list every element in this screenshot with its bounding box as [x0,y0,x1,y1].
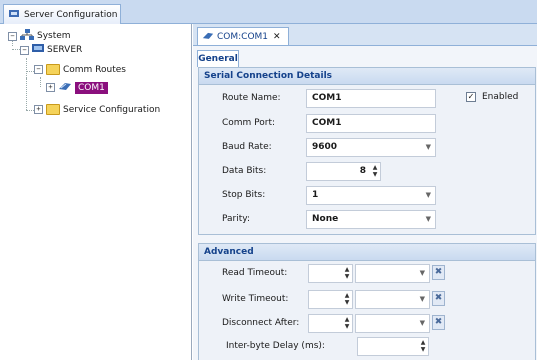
group-title: Advanced [199,244,535,261]
clear-read-timeout-button[interactable]: ✖ [432,265,445,280]
comm-port-label: Comm Port: [222,118,276,128]
collapse-icon[interactable]: − [8,31,17,41]
navigation-tree: − System − SERVER − Comm Routes + COM1 +… [0,24,192,360]
close-icon[interactable]: ✕ [273,32,281,42]
parity-label: Parity: [222,214,250,224]
tree-node-server[interactable]: − SERVER [20,43,82,57]
server-icon [32,43,44,57]
tab-general[interactable]: General [197,50,239,67]
chevron-down-icon[interactable]: ▼ [420,315,425,332]
chevron-down-icon[interactable]: ▼ [420,291,425,308]
enabled-checkbox[interactable]: ✓ Enabled [466,92,518,102]
spin-arrows-icon[interactable]: ▲ ▼ [344,266,350,280]
expand-icon[interactable]: + [34,105,43,114]
parity-select[interactable]: None ▼ [306,210,436,229]
chevron-down-icon[interactable]: ▼ [426,211,431,228]
clear-icon: ✖ [434,267,443,277]
tree-node-com1[interactable]: + COM1 [46,81,108,94]
read-timeout-unit-select[interactable]: ▼ [355,264,430,283]
tab-server-configuration[interactable]: Server Configuration [3,4,121,24]
chevron-down-icon[interactable]: ▼ [426,187,431,204]
data-bits-label: Data Bits: [222,166,267,176]
tab-com-com1[interactable]: COM:COM1 ✕ [197,27,289,45]
clear-icon: ✖ [434,317,443,327]
folder-icon [46,64,60,75]
disconnect-after-label: Disconnect After: [222,318,300,328]
expand-icon[interactable]: + [46,83,55,92]
spin-arrows-icon[interactable]: ▲ ▼ [420,339,426,353]
data-bits-stepper[interactable]: 8 ▲ ▼ [306,162,381,181]
tree-node-comm-routes[interactable]: − Comm Routes [34,64,126,75]
tree-node-system[interactable]: − System [8,29,71,43]
tab-label: Server Configuration [24,9,118,20]
tree-node-service-configuration[interactable]: + Service Configuration [34,104,160,115]
chevron-down-icon[interactable]: ▼ [420,265,425,282]
serial-port-icon [58,81,72,94]
clear-disconnect-after-button[interactable]: ✖ [432,315,445,330]
route-name-label: Route Name: [222,93,281,103]
baud-rate-label: Baud Rate: [222,142,272,152]
stop-bits-label: Stop Bits: [222,190,266,200]
read-timeout-label: Read Timeout: [222,268,288,278]
disconnect-after-unit-select[interactable]: ▼ [355,314,430,333]
selected-tree-label: COM1 [75,81,108,94]
baud-rate-select[interactable]: 9600 ▼ [306,138,436,157]
disconnect-after-stepper[interactable]: ▲ ▼ [308,314,353,333]
write-timeout-label: Write Timeout: [222,294,289,304]
spin-arrows-icon[interactable]: ▲ ▼ [372,164,378,178]
collapse-icon[interactable]: − [34,65,43,74]
checkbox-icon: ✓ [466,92,476,102]
clear-icon: ✖ [434,293,443,303]
route-name-input[interactable]: COM1 [306,89,436,108]
collapse-icon[interactable]: − [20,45,29,55]
write-timeout-unit-select[interactable]: ▼ [355,290,430,309]
serial-port-icon [202,31,214,43]
spin-arrows-icon[interactable]: ▲ ▼ [344,316,350,330]
folder-icon [46,104,60,115]
read-timeout-stepper[interactable]: ▲ ▼ [308,264,353,283]
network-icon [20,29,34,43]
stop-bits-select[interactable]: 1 ▼ [306,186,436,205]
inter-byte-delay-stepper[interactable]: ▲ ▼ [357,337,429,356]
group-title: Serial Connection Details [199,68,535,85]
inter-byte-delay-label: Inter-byte Delay (ms): [226,341,325,351]
clear-write-timeout-button[interactable]: ✖ [432,291,445,306]
write-timeout-stepper[interactable]: ▲ ▼ [308,290,353,309]
spin-arrows-icon[interactable]: ▲ ▼ [344,292,350,306]
chevron-down-icon[interactable]: ▼ [426,139,431,156]
server-config-icon [8,8,20,22]
comm-port-input[interactable]: COM1 [306,114,436,133]
